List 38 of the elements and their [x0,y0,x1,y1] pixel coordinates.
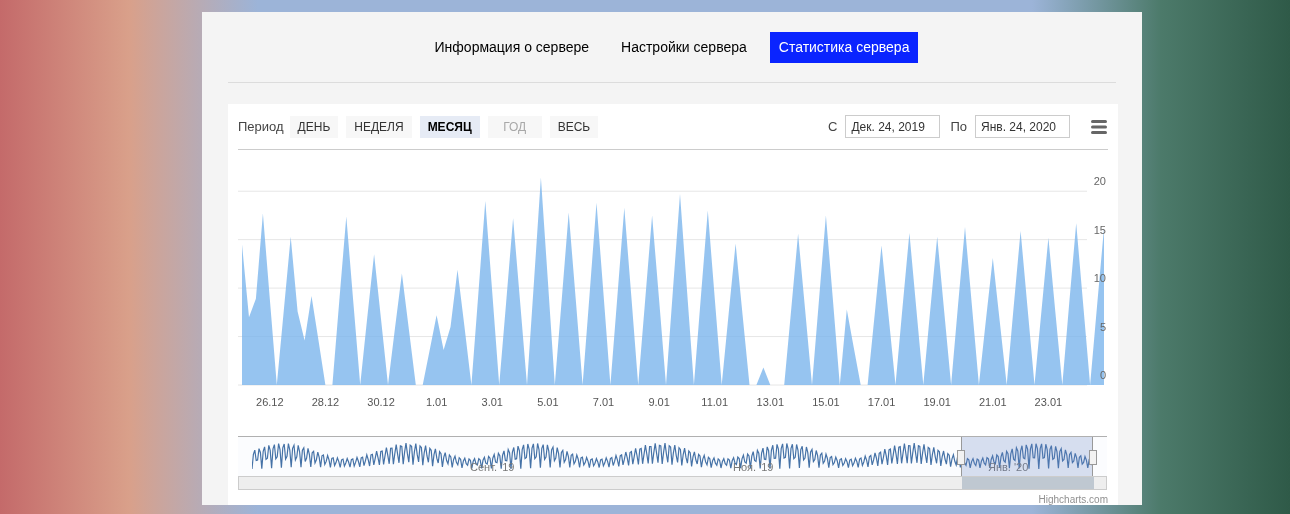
period-label: Период [238,117,284,136]
x-axis-label: 1.01 [425,396,448,408]
y-axis-label: 20 [1093,175,1106,188]
range-button[interactable]: НЕДЕЛЯ [346,115,412,138]
x-axis-label: 13.01 [756,396,785,408]
x-axis-label: 21.01 [979,396,1007,408]
date-from-label: С [828,117,838,136]
scrollbar-thumb[interactable] [962,477,1094,489]
x-axis-label: 30.12 [367,396,395,408]
x-axis-label: 28.12 [311,396,340,408]
date-to-label: По [950,117,967,136]
navigator-label: Янв. '20 [988,460,1029,475]
x-axis-label: 19.01 [923,396,951,408]
date-from-field[interactable]: Дек. 24, 2019 [845,115,941,138]
navigator-selection[interactable] [961,437,1093,477]
x-axis-label: 9.01 [648,396,670,408]
range-button[interactable]: ДЕНЬ [289,115,339,138]
navigator-label: Сент. '19 [470,460,515,475]
tab[interactable]: Статистика сервера [769,31,919,63]
tab[interactable]: Информация о сервере [425,31,599,63]
x-axis-label: 5.01 [537,396,559,408]
navigator-handle[interactable] [957,450,965,465]
x-axis-label: 11.01 [701,396,729,408]
x-axis-label: 7.01 [592,396,615,408]
range-button[interactable]: МЕСЯЦ [419,115,480,138]
scrollbar[interactable] [238,476,1107,490]
x-axis-label: 17.01 [867,396,896,408]
y-axis-label: 15 [1093,223,1106,236]
navigator-handle[interactable] [1089,450,1097,465]
tab[interactable]: Настройки сервера [612,31,756,63]
x-axis-label: 23.01 [1034,396,1063,408]
x-axis-label: 15.01 [812,396,840,408]
x-axis-label: 3.01 [481,396,503,408]
date-to-field[interactable]: Янв. 24, 2020 [975,115,1070,138]
x-axis-label: 26.12 [256,396,284,408]
menu-icon[interactable] [1090,119,1108,134]
range-button[interactable]: ВЕСЬ [549,115,599,138]
navigator-label: Ноя. '19 [733,460,774,475]
